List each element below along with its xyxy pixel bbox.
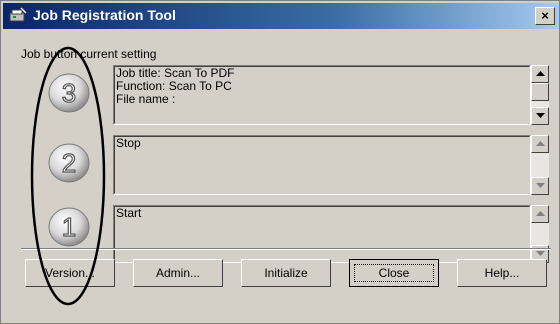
job-2-scrollbar[interactable] (531, 135, 549, 195)
close-button-label: Close (378, 266, 410, 280)
arrow-up-icon (536, 211, 545, 216)
job-2-setting-box[interactable]: Stop (113, 135, 531, 195)
scroll-down-button[interactable] (531, 177, 549, 195)
job-3-scrollbar[interactable] (531, 65, 549, 125)
divider (21, 248, 551, 250)
job-1-setting-box[interactable]: Start (113, 205, 531, 263)
initialize-button[interactable]: Initialize (241, 259, 331, 287)
help-button-label: Help... (484, 266, 520, 280)
scroll-up-button[interactable] (531, 205, 549, 223)
help-button[interactable]: Help... (457, 259, 547, 287)
scroll-up-button[interactable] (531, 65, 549, 83)
version-button[interactable]: Version... (25, 259, 115, 287)
job-3-setting-box[interactable]: Job title: Scan To PDF Function: Scan To… (113, 65, 531, 125)
arrow-up-icon (536, 141, 545, 146)
initialize-button-label: Initialize (264, 266, 308, 280)
arrow-down-icon (536, 183, 545, 188)
scroll-down-button[interactable] (531, 107, 549, 125)
title-bar[interactable]: Job Registration Tool × (3, 3, 559, 29)
job-number-1-icon: 1 (45, 205, 93, 249)
job-1-scrollbar[interactable] (531, 205, 549, 263)
arrow-down-icon (536, 113, 545, 118)
admin-button-label: Admin... (155, 266, 200, 280)
job-2-setting-text: Stop (116, 136, 141, 150)
job-1-setting-text: Start (116, 206, 142, 220)
version-button-label: Version... (44, 266, 96, 280)
job-number-1: 1 (62, 212, 76, 242)
job-3-setting-text: Job title: Scan To PDF Function: Scan To… (116, 66, 235, 106)
job-number-2: 2 (62, 148, 76, 178)
scroll-thumb[interactable] (531, 83, 549, 101)
window-title: Job Registration Tool (33, 7, 176, 23)
app-icon (9, 7, 27, 22)
close-window-button[interactable]: × (535, 7, 555, 25)
admin-button[interactable]: Admin... (133, 259, 223, 287)
job-number-3-icon: 3 (45, 71, 93, 115)
arrow-up-icon (536, 71, 545, 76)
arrow-down-icon (536, 251, 545, 256)
close-button[interactable]: Close (349, 259, 439, 287)
job-number-2-icon: 2 (45, 141, 93, 185)
job-registration-window: Job Registration Tool × Job button curre… (0, 0, 560, 324)
scroll-up-button[interactable] (531, 135, 549, 153)
group-label: Job button current setting (21, 47, 157, 61)
job-number-3: 3 (62, 78, 76, 108)
close-icon: × (541, 8, 549, 23)
